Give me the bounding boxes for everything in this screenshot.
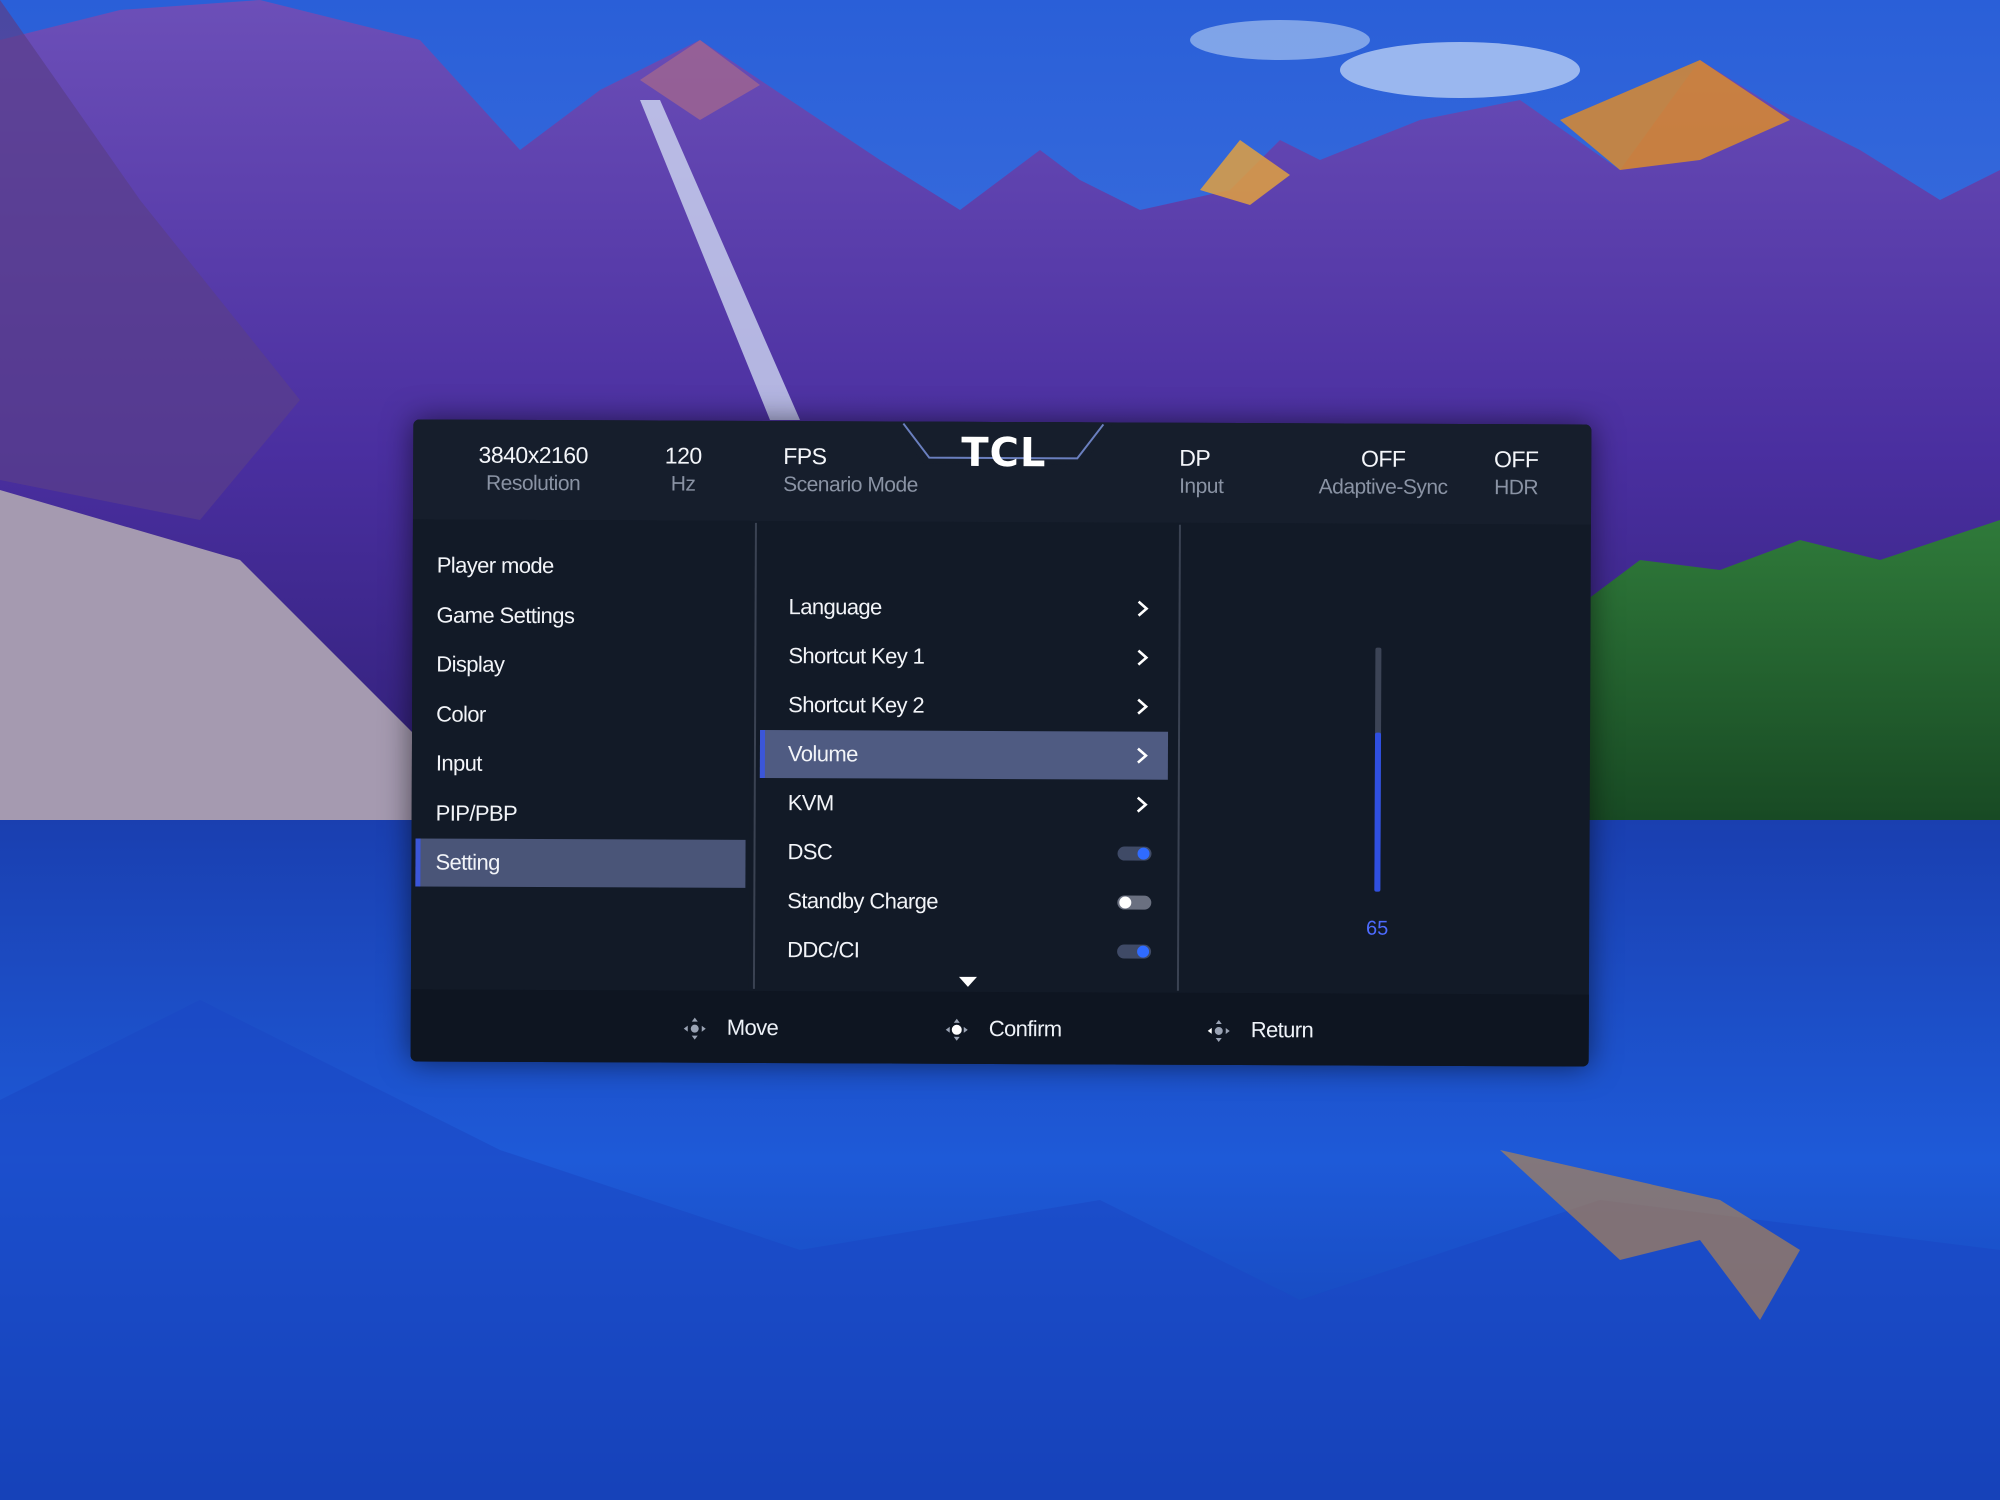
scroll-down-triangle-icon[interactable] (958, 976, 978, 988)
stat-value: 3840x2160 (478, 441, 588, 469)
control-hints-footer: Move Confirm Return (410, 989, 1589, 1067)
hint-return: Return (1207, 1015, 1357, 1046)
option-label: Volume (787, 741, 858, 767)
stat-label: Resolution (485, 471, 581, 496)
stat-adaptive-sync: OFF Adaptive-Sync (1303, 445, 1463, 500)
option-dsc[interactable]: DSC (759, 828, 1167, 878)
chevron-right-icon (1137, 698, 1149, 715)
stat-refresh-rate: 120 Hz (653, 442, 713, 496)
stat-hdr: OFF HDR (1479, 446, 1553, 500)
stat-value: 120 (664, 442, 702, 469)
stat-value: OFF (1360, 445, 1406, 472)
option-shortcut-key-2[interactable]: Shortcut Key 2 (760, 681, 1168, 731)
dpad-confirm-icon (945, 1018, 968, 1041)
standby-charge-toggle[interactable] (1117, 895, 1152, 910)
stat-value: DP (1179, 444, 1211, 471)
ddc-ci-toggle[interactable] (1117, 944, 1152, 959)
option-standby-charge[interactable]: Standby Charge (759, 877, 1167, 927)
menu-item-color[interactable]: Color (416, 690, 746, 739)
menu-item-setting[interactable]: Setting (415, 838, 746, 888)
option-label: KVM (787, 790, 834, 816)
menu-item-label: PIP/PBP (435, 800, 518, 826)
hint-confirm: Confirm (945, 1014, 1095, 1045)
option-kvm[interactable]: KVM (760, 779, 1168, 829)
option-label: DDC/CI (787, 937, 860, 963)
volume-slider-fill (1374, 733, 1382, 892)
hint-label: Return (1250, 1017, 1314, 1043)
option-label: Shortcut Key 1 (788, 643, 925, 669)
toggle-knob (1137, 847, 1150, 860)
menu-item-player-mode[interactable]: Player mode (417, 541, 747, 590)
column-divider (752, 522, 757, 989)
dpad-move-icon (683, 1017, 706, 1040)
stat-label: HDR (1494, 476, 1539, 500)
menu-item-label: Game Settings (436, 602, 575, 629)
menu-item-label: Display (436, 651, 505, 677)
chevron-right-icon (1136, 796, 1148, 813)
hint-move: Move (683, 1013, 813, 1044)
menu-item-display[interactable]: Display (416, 640, 746, 689)
toggle-knob (1119, 896, 1132, 909)
hint-label: Confirm (988, 1015, 1062, 1042)
option-label: Shortcut Key 2 (788, 692, 925, 718)
dsc-toggle[interactable] (1117, 846, 1152, 861)
chevron-right-icon (1137, 649, 1149, 666)
stat-scenario-mode: FPS Scenario Mode (783, 443, 933, 498)
menu-item-label: Player mode (436, 552, 554, 579)
hint-label: Move (726, 1014, 779, 1041)
monitor-osd-menu: TCL 3840x2160 Resolution 120 Hz FPS Scen… (410, 419, 1592, 1067)
chevron-right-icon (1137, 600, 1149, 617)
option-label: Standby Charge (787, 888, 938, 914)
menu-item-pip-pbp[interactable]: PIP/PBP (416, 789, 746, 838)
option-label: DSC (787, 839, 833, 865)
volume-slider[interactable] (1374, 647, 1382, 892)
option-shortcut-key-1[interactable]: Shortcut Key 1 (760, 632, 1168, 682)
stat-value: OFF (1493, 446, 1539, 473)
brand-logo: TCL (961, 429, 1047, 477)
option-volume[interactable]: Volume (759, 729, 1169, 780)
toggle-knob (1137, 945, 1150, 958)
volume-value: 65 (1366, 917, 1389, 940)
stat-label: Input (1179, 474, 1224, 498)
menu-item-label: Color (436, 701, 486, 727)
menu-item-game-settings[interactable]: Game Settings (416, 591, 746, 640)
menu-item-label: Input (435, 750, 482, 776)
chevron-right-icon (1137, 747, 1148, 764)
stat-resolution: 3840x2160 Resolution (463, 442, 603, 497)
dpad-return-icon (1207, 1019, 1230, 1042)
stat-input: DP Input (1179, 445, 1239, 499)
column-divider (1176, 524, 1181, 991)
stat-value: FPS (783, 443, 827, 470)
menu-item-input[interactable]: Input (416, 739, 746, 788)
option-language[interactable]: Language (760, 583, 1168, 633)
option-ddc-ci[interactable]: DDC/CI (759, 926, 1167, 976)
menu-item-label: Setting (435, 849, 500, 875)
option-label: Language (788, 594, 882, 620)
stat-label: Adaptive-Sync (1318, 475, 1448, 499)
stat-label: Hz (670, 472, 696, 496)
stat-label: Scenario Mode (783, 473, 918, 497)
